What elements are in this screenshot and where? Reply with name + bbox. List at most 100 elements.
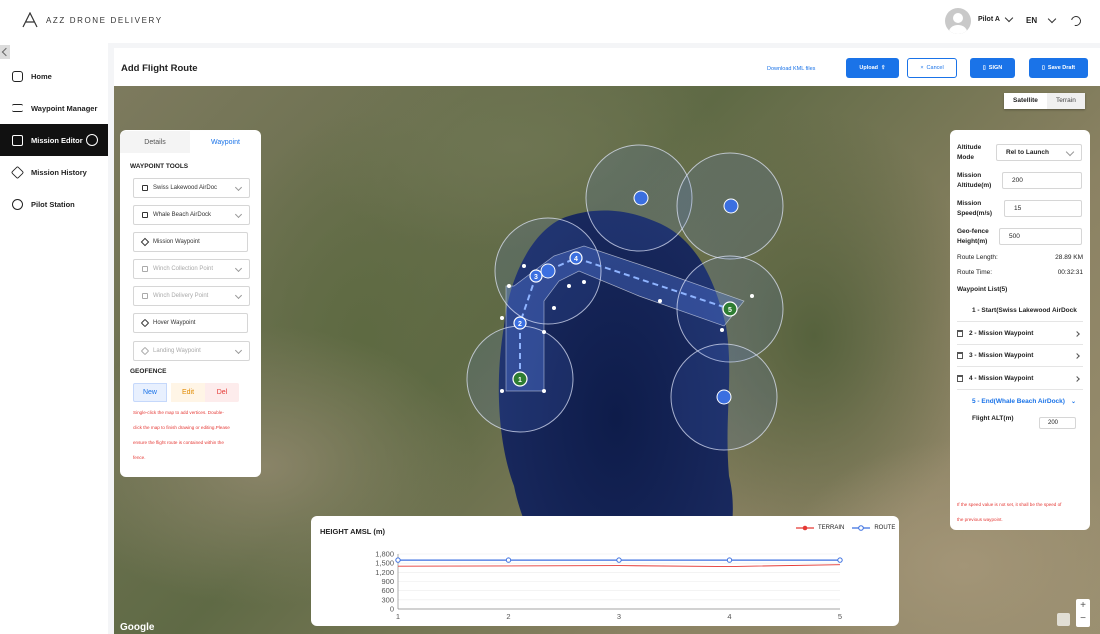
user-label: Pilot A xyxy=(978,16,1000,23)
cancel-button[interactable]: × Cancel xyxy=(907,58,957,78)
help-line: the previous waypoint. xyxy=(957,517,1003,522)
geofence-del-button[interactable]: Del xyxy=(205,383,239,402)
tab-waypoint[interactable]: Waypoint xyxy=(190,131,261,153)
geofence-height-input[interactable]: 500 xyxy=(999,228,1082,245)
route-length-row: Route Length: 28.89 KM xyxy=(957,254,1083,261)
x-tick-label: 5 xyxy=(838,612,842,621)
sidebar-item-label: Pilot Station xyxy=(31,199,75,209)
trash-icon[interactable] xyxy=(957,352,963,359)
waypoint-marker-label: 2 xyxy=(518,321,522,328)
drone-icon xyxy=(12,198,23,210)
tab-terrain[interactable]: Terrain xyxy=(1046,93,1085,109)
chevron-down-icon xyxy=(234,210,243,219)
waypoint-list-item[interactable]: 1 - Start(Swiss Lakewood AirDock xyxy=(957,300,1083,322)
user-menu[interactable]: Pilot A xyxy=(978,13,1014,23)
zoom-out-button[interactable]: − xyxy=(1076,612,1090,625)
y-tick-label: 600 xyxy=(381,586,394,595)
bookmark-icon: ▯ xyxy=(1041,65,1045,71)
trash-icon[interactable] xyxy=(957,330,963,337)
x-tick-label: 2 xyxy=(506,612,510,621)
geofence-edit-button[interactable]: Edit xyxy=(171,383,205,402)
sidebar-item-pilot-station[interactable]: Pilot Station xyxy=(0,188,108,220)
sign-button[interactable]: ▯ SIGN xyxy=(970,58,1015,78)
save-draft-button[interactable]: ▯ Save Draft xyxy=(1029,58,1088,78)
send-icon xyxy=(140,318,150,328)
y-tick-label: 1,200 xyxy=(375,568,394,577)
flight-alt-label: Flight ALT(m) xyxy=(972,415,1014,422)
waypoint-tools-title: WAYPOINT TOOLS xyxy=(130,163,189,170)
flight-alt-input[interactable]: 200 xyxy=(1039,417,1076,429)
tool-winch-delivery-point[interactable]: Winch Delivery Point xyxy=(133,286,250,306)
mission-altitude-input[interactable]: 200 xyxy=(1002,172,1082,189)
sidebar-item-mission-editor[interactable]: Mission Editor xyxy=(0,124,108,156)
download-kml-link[interactable]: Download KML files xyxy=(767,66,815,72)
page-title: Add Flight Route xyxy=(121,63,198,74)
altitude-mode-select[interactable]: Rel to Launch xyxy=(996,144,1082,161)
sidebar-item-label: Home xyxy=(31,71,52,81)
dock-icon xyxy=(723,198,739,214)
x-tick-label: 1 xyxy=(396,612,400,621)
tool-label: Mission Waypoint xyxy=(153,239,200,245)
zoom-in-button[interactable]: + xyxy=(1076,599,1090,612)
route-time-row: Route Time: 00:32:31 xyxy=(957,269,1083,276)
tool-label: Hover Waypoint xyxy=(153,320,196,326)
upload-icon: ⇧ xyxy=(881,65,886,71)
route-point xyxy=(726,557,733,563)
winch-icon xyxy=(142,266,148,272)
chevron-down-icon: ⌄ xyxy=(1070,398,1076,405)
tool-hover-waypoint[interactable]: Hover Waypoint xyxy=(133,313,248,333)
cancel-label: Cancel xyxy=(926,65,944,71)
sidebar-item-label: Mission Editor xyxy=(31,135,83,145)
altitude-mode-value: Rel to Launch xyxy=(1006,149,1049,156)
map-type-toggle[interactable]: Satellite Terrain xyxy=(1004,93,1085,109)
mission-speed-input[interactable]: 15 xyxy=(1004,200,1082,217)
upload-button[interactable]: Upload ⇧ xyxy=(846,58,899,78)
route-length-label: Route Length: xyxy=(957,254,998,261)
chart-title: HEIGHT AMSL (m) xyxy=(320,527,385,536)
list-icon xyxy=(12,104,23,112)
mission-altitude-label: Mission Altitude(m) xyxy=(957,172,992,189)
trash-icon[interactable] xyxy=(957,375,963,382)
waypoint-list-item[interactable]: 2 - Mission Waypoint xyxy=(957,323,1083,345)
dock-icon xyxy=(633,190,649,206)
chevron-right-icon xyxy=(1074,331,1080,337)
route-point xyxy=(505,557,512,563)
x-tick-label: 3 xyxy=(617,612,621,621)
geofence-height-label: Geo-fence Height(m) xyxy=(957,228,989,245)
tab-details[interactable]: Details xyxy=(120,131,190,153)
chevron-down-icon xyxy=(1004,13,1014,23)
tool-label: Winch Collection Point xyxy=(153,266,214,272)
y-tick-label: 0 xyxy=(390,605,394,614)
waypoint-item-label: 2 - Mission Waypoint xyxy=(969,330,1034,337)
tool-swiss-lakewood-airdock[interactable]: Swiss Lakewood AirDoc xyxy=(133,178,250,198)
waypoint-list-item-selected[interactable]: 5 - End(Whale Beach AirDock) ⌄ xyxy=(957,390,1083,412)
tool-mission-waypoint[interactable]: Mission Waypoint xyxy=(133,232,248,252)
tab-satellite[interactable]: Satellite xyxy=(1004,93,1047,109)
send-icon xyxy=(140,346,150,356)
chevron-down-icon xyxy=(1047,14,1057,24)
geofence-new-button[interactable]: New xyxy=(133,383,167,402)
dock-icon xyxy=(716,389,732,405)
zoom-control[interactable]: + − xyxy=(1076,599,1090,627)
collapse-sidebar-button[interactable] xyxy=(0,45,10,59)
sidebar-item-mission-history[interactable]: Mission History xyxy=(0,156,108,188)
tool-winch-collection-point[interactable]: Winch Collection Point xyxy=(133,259,250,279)
language-select[interactable]: EN xyxy=(1026,14,1057,25)
tool-whale-beach-airdock[interactable]: Whale Beach AirDock xyxy=(133,205,250,225)
waypoint-list-item[interactable]: 4 - Mission Waypoint xyxy=(957,368,1083,390)
chevron-right-icon xyxy=(1074,376,1080,382)
tool-landing-waypoint[interactable]: Landing Waypoint xyxy=(133,341,250,361)
map-icon xyxy=(12,134,23,146)
help-line: ensure the flight route is contained wit… xyxy=(133,440,224,445)
close-icon: × xyxy=(920,65,924,71)
waypoint-list-item[interactable]: 3 - Mission Waypoint xyxy=(957,345,1083,367)
sidebar-item-home[interactable]: Home xyxy=(0,60,108,92)
route-time-label: Route Time: xyxy=(957,269,993,276)
sidebar-item-waypoint-manager[interactable]: Waypoint Manager xyxy=(0,92,108,124)
x-tick-label: 4 xyxy=(727,612,731,621)
app-logo[interactable]: AZZ DRONE DELIVERY xyxy=(22,12,163,28)
pencil-icon[interactable] xyxy=(1057,613,1070,626)
route-length-value: 28.89 KM xyxy=(1055,254,1083,261)
avatar[interactable] xyxy=(945,8,971,34)
tool-label: Landing Waypoint xyxy=(153,348,201,354)
